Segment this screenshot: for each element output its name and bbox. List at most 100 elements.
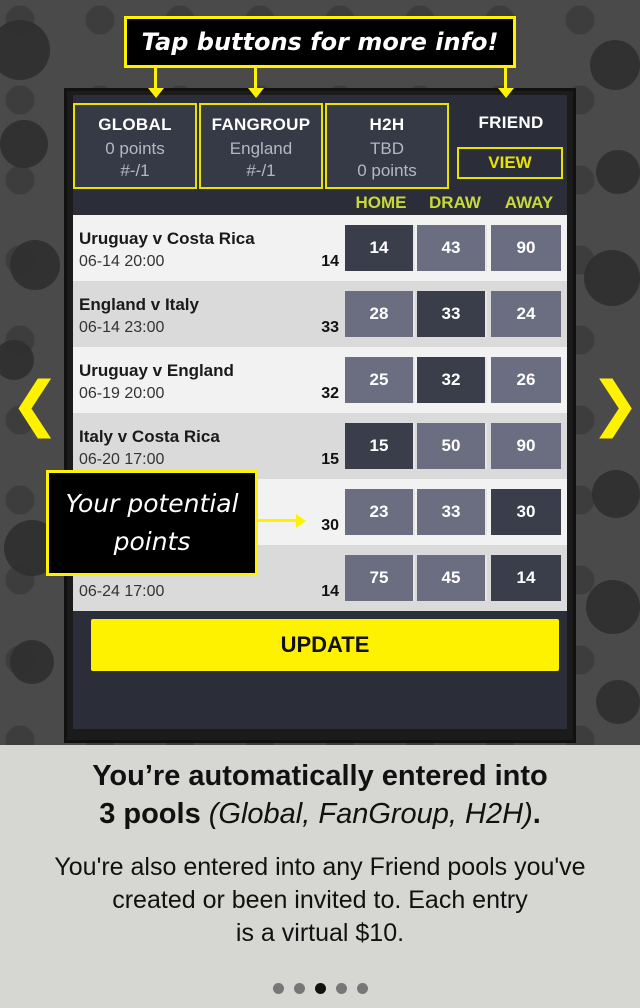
column-home: HOME [355, 193, 407, 212]
tip-callout: Tap buttons for more info! [124, 16, 516, 68]
odds-home-button[interactable]: 25 [345, 357, 415, 403]
page-dot-active[interactable] [314, 983, 326, 994]
callout-line: points [113, 527, 191, 556]
body-text: You're also entered into any Friend pool… [0, 851, 640, 950]
odds-away-button[interactable]: 26 [491, 357, 561, 403]
ball-icon [586, 580, 640, 634]
arrow-down-icon [148, 88, 164, 98]
potential-points: 14 [321, 583, 339, 600]
callout-connector [154, 68, 157, 90]
odds-away-button[interactable]: 24 [491, 291, 561, 337]
ball-icon [592, 470, 640, 518]
callout-connector [254, 68, 257, 90]
pool-title: FANGROUP [211, 115, 311, 134]
pool-h2h-button[interactable]: H2H TBD 0 points [325, 103, 449, 189]
potential-points: 15 [321, 451, 339, 468]
match-time: 06-14 23:00 [79, 319, 165, 336]
headline-line: You’re automatically entered into [92, 760, 548, 792]
potential-points: 30 [321, 517, 339, 534]
pool-rank: #-/1 [246, 161, 276, 180]
odds-group: 23 33 30 [345, 489, 563, 535]
pool-points: 0 points [105, 139, 165, 158]
potential-points: 32 [321, 385, 339, 402]
potential-points: 33 [321, 319, 339, 336]
match-time: 06-24 17:00 [79, 583, 165, 600]
pool-title: H2H [369, 115, 405, 134]
odds-group: 15 50 90 [345, 423, 563, 469]
potential-points: 14 [321, 253, 339, 270]
odds-home-button[interactable]: 28 [345, 291, 415, 337]
odds-home-button[interactable]: 15 [345, 423, 415, 469]
odds-home-button[interactable]: 75 [345, 555, 415, 601]
odds-group: 75 45 14 [345, 555, 563, 601]
page-dot[interactable] [335, 983, 347, 994]
odds-group: 14 43 90 [345, 225, 563, 271]
pool-global-button[interactable]: GLOBAL 0 points #-/1 [73, 103, 197, 189]
page-dot[interactable] [293, 983, 305, 994]
body-line: is a virtual $10. [235, 919, 405, 947]
ball-icon [584, 250, 640, 306]
app-screen: GLOBAL 0 points #-/1 FANGROUP England #-… [73, 95, 567, 729]
odds-away-button[interactable]: 30 [491, 489, 561, 535]
pool-fangroup-button[interactable]: FANGROUP England #-/1 [199, 103, 323, 189]
match-teams: England v Italy [79, 295, 199, 314]
odds-draw-button[interactable]: 45 [417, 555, 487, 601]
odds-column-headers: HOME DRAW AWAY [73, 193, 567, 215]
odds-home-button[interactable]: 14 [345, 225, 415, 271]
odds-home-button[interactable]: 23 [345, 489, 415, 535]
page-indicator [0, 979, 640, 998]
odds-away-button[interactable]: 14 [491, 555, 561, 601]
page-dot[interactable] [272, 983, 284, 994]
ball-icon [10, 240, 60, 290]
headline-line: 3 pools (Global, FanGroup, H2H). [0, 795, 640, 833]
match-teams: Italy v Costa Rica [79, 427, 220, 446]
match-row: Uruguay v England 06-19 20:00 32 25 32 2… [73, 347, 567, 413]
body-line: created or been invited to. Each entry [112, 886, 528, 914]
match-time: 06-19 20:00 [79, 385, 165, 402]
odds-draw-button[interactable]: 32 [417, 357, 487, 403]
next-page-button[interactable]: ❯ [590, 374, 640, 434]
pool-points: 0 points [357, 161, 417, 180]
odds-away-button[interactable]: 90 [491, 423, 561, 469]
pool-team: England [229, 139, 293, 158]
match-time: 06-20 17:00 [79, 451, 165, 468]
arrow-right-icon [296, 514, 306, 528]
previous-page-button[interactable]: ❮ [10, 374, 60, 434]
page-dot[interactable] [356, 983, 368, 994]
odds-group: 25 32 26 [345, 357, 563, 403]
odds-draw-button[interactable]: 33 [417, 489, 487, 535]
odds-away-button[interactable]: 90 [491, 225, 561, 271]
ball-icon [0, 20, 50, 80]
odds-draw-button[interactable]: 50 [417, 423, 487, 469]
pool-friend: FRIEND VIEW [449, 103, 573, 189]
onboarding-text-panel: You’re automatically entered into 3 pool… [0, 745, 640, 1008]
pool-title: GLOBAL [98, 115, 172, 134]
phone-frame: GLOBAL 0 points #-/1 FANGROUP England #-… [64, 88, 576, 743]
match-row: England v Italy 06-14 23:00 33 28 33 24 [73, 281, 567, 347]
pool-opponent: TBD [370, 139, 404, 158]
ball-icon [10, 640, 54, 684]
odds-draw-button[interactable]: 33 [417, 291, 487, 337]
match-time: 06-14 20:00 [79, 253, 165, 270]
update-button[interactable]: UPDATE [91, 619, 559, 671]
pool-title: FRIEND [478, 113, 544, 132]
odds-group: 28 33 24 [345, 291, 563, 337]
potential-points-callout: Your potential points [46, 470, 258, 576]
odds-draw-button[interactable]: 43 [417, 225, 487, 271]
arrow-down-icon [248, 88, 264, 98]
column-draw: DRAW [429, 193, 481, 212]
match-teams: Uruguay v Costa Rica [79, 229, 255, 248]
ball-icon [0, 120, 48, 168]
ball-icon [596, 150, 640, 194]
headline-end: . [532, 798, 541, 830]
callout-line: Your potential [65, 489, 239, 518]
arrow-down-icon [498, 88, 514, 98]
pools-header: GLOBAL 0 points #-/1 FANGROUP England #-… [73, 99, 567, 189]
headline-bold: 3 pools [99, 798, 209, 830]
view-friend-pools-button[interactable]: VIEW [457, 147, 563, 179]
callout-connector [504, 68, 507, 90]
ball-icon [590, 40, 640, 90]
match-row: Uruguay v Costa Rica 06-14 20:00 14 14 4… [73, 215, 567, 281]
match-teams: Uruguay v England [79, 361, 234, 380]
body-line: You're also entered into any Friend pool… [54, 853, 586, 881]
